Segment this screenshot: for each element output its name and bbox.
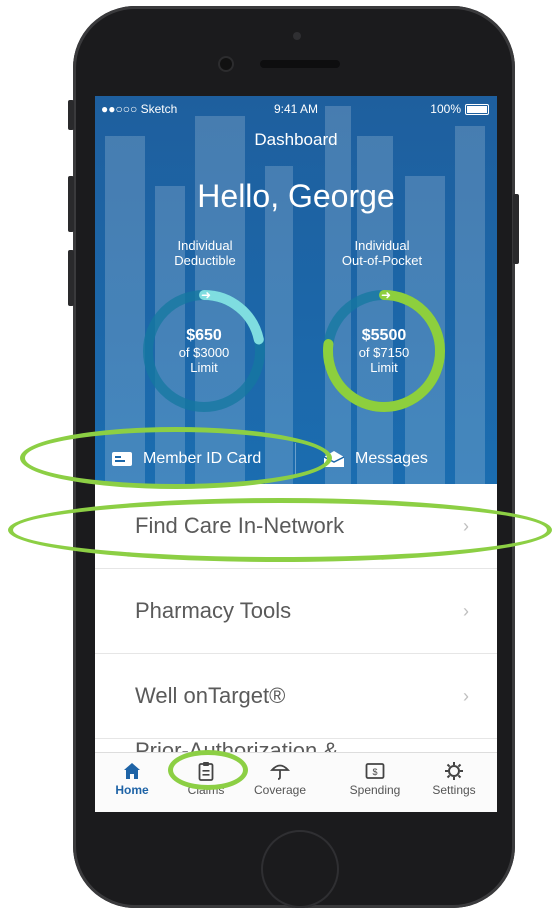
list-item-pharmacy-tools[interactable]: Pharmacy Tools › (95, 569, 497, 654)
highlight-claims (168, 750, 248, 790)
battery-percent: 100% (430, 102, 461, 116)
front-camera (220, 58, 232, 70)
tab-settings[interactable]: Settings (419, 759, 489, 797)
dollar-icon: $ (365, 763, 385, 779)
dashboard-header: ●●○○○ Sketch 9:41 AM 100% Dashboard Hell… (95, 96, 497, 484)
messages-label: Messages (355, 450, 428, 467)
home-icon (124, 763, 140, 779)
status-bar: ●●○○○ Sketch 9:41 AM 100% (95, 102, 497, 120)
tab-coverage[interactable]: Coverage (245, 759, 315, 797)
home-hardware-button[interactable] (261, 830, 339, 908)
list-item-label: Well onTarget® (135, 683, 286, 708)
volume-up-button (68, 176, 74, 232)
list-item-well-ontarget[interactable]: Well onTarget® › (95, 654, 497, 739)
oop-label: Individual Out-of-Pocket (341, 238, 423, 268)
tab-home[interactable]: Home (97, 759, 167, 797)
list-item-label: Pharmacy Tools (135, 598, 292, 623)
oop-limit-text: Limit (370, 360, 398, 375)
gear-icon (445, 762, 463, 780)
arrow-right-icon: ➜ (381, 288, 392, 302)
greeting: Hello, George (197, 178, 395, 214)
oop-amount: $5500 (361, 327, 407, 344)
oop-ring[interactable]: $5500 of $7150 Limit ➜ (319, 286, 449, 416)
tab-label: Home (115, 783, 149, 797)
power-button (513, 194, 519, 264)
page-title: Dashboard (254, 130, 338, 149)
chevron-right-icon: › (463, 600, 469, 621)
highlight-find-care (8, 498, 552, 562)
mute-switch (68, 100, 74, 130)
volume-down-button (68, 250, 74, 306)
tab-spending[interactable]: $ Spending (340, 759, 410, 797)
earpiece-speaker (260, 60, 340, 68)
chevron-right-icon: › (463, 685, 469, 706)
tab-label: Spending (349, 783, 401, 797)
highlight-member-id (20, 427, 332, 489)
list-item-partial[interactable]: Prior-Authorization & (135, 738, 338, 752)
deductible-of-text: of $3000 (178, 345, 230, 360)
oop-of-text: of $7150 (358, 345, 410, 360)
battery-status: 100% (430, 102, 489, 116)
sensor (293, 32, 301, 40)
deductible-amount: $650 (186, 327, 222, 344)
tab-bar: Home Claims Coverage $ Spending Settings (95, 752, 497, 812)
umbrella-icon (270, 764, 290, 780)
deductible-limit-text: Limit (190, 360, 218, 375)
deductible-ring[interactable]: $650 of $3000 Limit ➜ (139, 286, 269, 416)
arrow-right-icon: ➜ (201, 288, 212, 302)
deductible-label: Individual Deductible (174, 238, 236, 268)
svg-text:$: $ (372, 767, 377, 777)
battery-icon (465, 103, 489, 115)
messages-button[interactable]: Messages (323, 435, 428, 483)
tab-label: Settings (432, 783, 476, 797)
tab-label: Coverage (253, 783, 307, 797)
